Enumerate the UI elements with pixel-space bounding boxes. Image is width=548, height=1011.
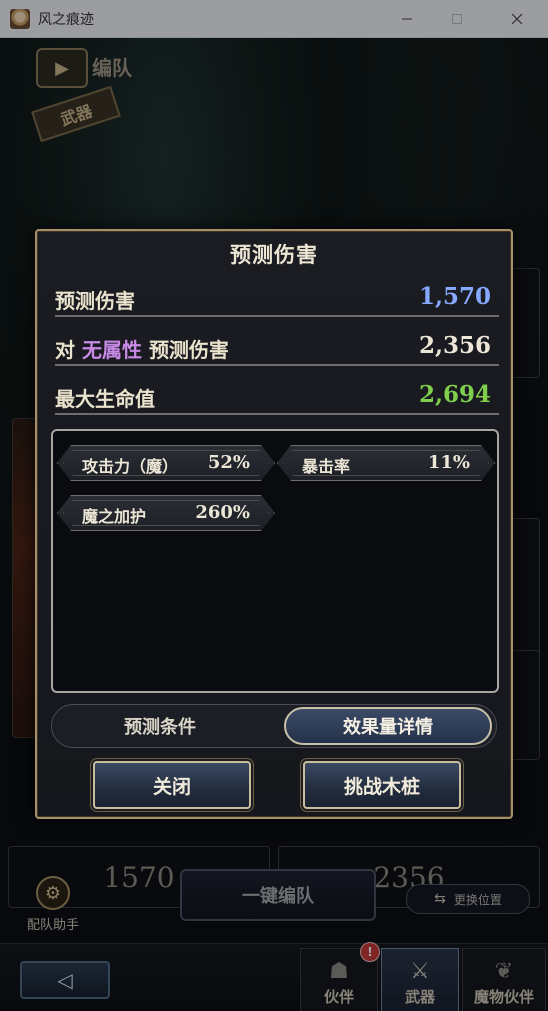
buff-chip: 暴击率 11% [277, 445, 495, 481]
stat-label-prefix: 对 [55, 338, 75, 362]
buff-name: 魔之加护 [82, 507, 147, 526]
dialog-tab-bar: 预测条件 效果量详情 [51, 704, 497, 748]
stat-value: 1,570 [418, 283, 491, 310]
stat-row-predicted-damage: 预测伤害 1,570 [55, 283, 499, 317]
stat-label: 预测伤害 [55, 289, 135, 313]
stat-value: 2,356 [418, 332, 491, 359]
buff-chip: 攻击力（魔） 52% [57, 445, 275, 481]
effect-details-panel: 攻击力（魔） 52% 暴击率 11% 魔之加护 260% [51, 429, 499, 693]
stat-row-attribute-damage: 对 无属性 预测伤害 2,356 [55, 332, 499, 366]
dialog-title: 预测伤害 [230, 243, 318, 267]
stat-row-max-hp: 最大生命值 2,694 [55, 381, 499, 415]
challenge-dummy-button[interactable]: 挑战木桩 [303, 761, 461, 809]
attribute-label: 无属性 [81, 338, 142, 362]
tab-prediction-conditions[interactable]: 预测条件 [56, 707, 264, 745]
buff-name: 攻击力（魔） [82, 457, 179, 476]
buff-name: 暴击率 [302, 457, 351, 476]
buff-value: 260% [195, 502, 250, 523]
damage-prediction-dialog: 预测伤害 预测伤害 1,570 对 无属性 预测伤害 2,356 最大生命值 2… [35, 229, 513, 819]
buff-value: 52% [207, 452, 250, 473]
tab-effect-details[interactable]: 效果量详情 [284, 707, 492, 745]
stat-label: 最大生命值 [55, 387, 155, 411]
stat-label: 对 无属性 预测伤害 [55, 334, 229, 363]
buff-chip: 魔之加护 260% [57, 495, 275, 531]
stat-label-suffix: 预测伤害 [148, 338, 229, 362]
stat-value: 2,694 [418, 381, 491, 408]
buff-value: 11% [427, 452, 470, 473]
close-button[interactable]: 关闭 [93, 761, 251, 809]
